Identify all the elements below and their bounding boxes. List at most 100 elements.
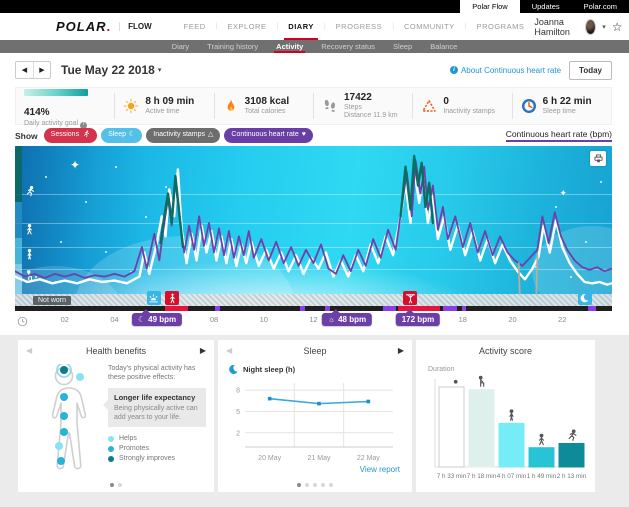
score-bar-label: 4 h 07 min bbox=[496, 473, 526, 480]
today-button[interactable]: Today bbox=[569, 61, 612, 80]
benefit-dot bbox=[60, 393, 68, 401]
page-dot-5[interactable] bbox=[329, 483, 333, 487]
stat-content: 8 h 09 minActive time bbox=[145, 96, 194, 116]
show-label: Show bbox=[15, 131, 38, 141]
stat-content: 414%Daily activity goali bbox=[24, 83, 106, 128]
current-date[interactable]: Tue May 22 2018 bbox=[61, 63, 155, 77]
date-dropdown-icon[interactable]: ▾ bbox=[158, 66, 162, 74]
pill-sessions[interactable]: Sessions bbox=[44, 128, 97, 143]
score-bar-stand bbox=[499, 423, 524, 467]
subnav-item-sleep[interactable]: Sleep bbox=[384, 40, 421, 53]
nav-item-community[interactable]: COMMUNITY bbox=[394, 13, 465, 40]
stat-content: 6 h 22 minSleep time bbox=[543, 96, 592, 116]
continuous-heart-rate-chart: ✦ ✦ Not worn bbox=[15, 146, 612, 306]
nav-item-programs[interactable]: PROGRAMS bbox=[467, 13, 535, 40]
time-tick-20: 20 bbox=[508, 315, 516, 324]
sleep-ytick: 2 bbox=[236, 430, 240, 437]
chr-axis-label[interactable]: Continuous heart rate (bpm) bbox=[506, 129, 612, 142]
stat-label: Total calories bbox=[245, 108, 290, 116]
main-nav: FEED|EXPLORE|DIARY|PROGRESS|COMMUNITY|PR… bbox=[174, 13, 535, 40]
subnav-item-recovery-status[interactable]: Recovery status bbox=[312, 40, 384, 53]
topbar-item-updates[interactable]: Updates bbox=[520, 0, 572, 13]
score-bar-run bbox=[559, 443, 584, 467]
subnav-item-balance[interactable]: Balance bbox=[421, 40, 466, 53]
health-benefits-text: Today's physical activity has these posi… bbox=[108, 364, 206, 476]
polar-flow-activity-page: Polar FlowUpdatesPolar.com POLAR. FLOW F… bbox=[0, 0, 629, 507]
time-tick-02: 02 bbox=[61, 315, 69, 324]
topbar-item-polar-com[interactable]: Polar.com bbox=[572, 0, 629, 13]
nav-item-diary[interactable]: DIARY bbox=[278, 13, 324, 40]
time-tick-08: 08 bbox=[210, 315, 218, 324]
legend-strongly-improves: Strongly improves bbox=[108, 455, 206, 462]
logo-dot: . bbox=[107, 19, 112, 34]
prev-day-button[interactable]: ◀ bbox=[16, 62, 33, 78]
avatar[interactable] bbox=[585, 19, 596, 35]
page-dot-2[interactable] bbox=[118, 483, 122, 487]
subnav-item-diary[interactable]: Diary bbox=[163, 40, 199, 53]
page-dot-3[interactable] bbox=[313, 483, 317, 487]
nav-item-progress[interactable]: PROGRESS bbox=[326, 13, 393, 40]
card-prev-arrow[interactable]: ◀ bbox=[26, 346, 32, 355]
activity-goal-fill bbox=[24, 89, 88, 96]
sleep-line-chart: 85220 May21 May22 May bbox=[229, 377, 401, 469]
card-header: ◀ Sleep ▶ bbox=[218, 346, 412, 360]
stat-label: Steps bbox=[344, 104, 398, 112]
runner-icon bbox=[82, 130, 90, 141]
legend-label: Helps bbox=[119, 435, 137, 442]
heart-rate-svg bbox=[15, 146, 612, 294]
benefit-dot bbox=[60, 366, 68, 374]
view-report-link[interactable]: View report bbox=[360, 465, 400, 474]
legend-dot bbox=[108, 456, 114, 462]
pagination-dots bbox=[18, 483, 214, 487]
card-next-arrow[interactable]: ▶ bbox=[398, 346, 404, 355]
stat-value: 6 h 22 min bbox=[543, 96, 592, 108]
stat-label: Sleep time bbox=[543, 108, 592, 116]
moon-icon: ☾ bbox=[129, 131, 135, 139]
filter-pills: Sessions Sleep☾ Inactivity stamps△ Continuo… bbox=[44, 128, 313, 143]
bpm-badge-48-bpm: ☼48 bpm bbox=[322, 313, 372, 326]
user-name[interactable]: Joanna Hamilton bbox=[534, 17, 579, 37]
subnav-item-activity[interactable]: Activity bbox=[267, 40, 312, 53]
card-prev-arrow[interactable]: ◀ bbox=[226, 346, 232, 355]
page-dot-1[interactable] bbox=[110, 483, 114, 487]
pill-continuous-heart-rate[interactable]: Continuous heart rate♥ bbox=[224, 128, 312, 143]
sleep-xtick: 21 May bbox=[308, 455, 331, 462]
date-nav: ◀ ▶ bbox=[15, 61, 51, 79]
favorite-star-icon[interactable]: ☆ bbox=[612, 21, 623, 33]
sleep-point bbox=[268, 397, 272, 401]
next-day-button[interactable]: ▶ bbox=[33, 62, 50, 78]
bpm-value: 48 bpm bbox=[338, 315, 366, 324]
info-icon: i bbox=[450, 66, 458, 74]
pill-inactivity-stamps[interactable]: Inactivity stamps△ bbox=[146, 128, 220, 143]
activity-goal-bar bbox=[24, 89, 88, 96]
clock-icon bbox=[521, 98, 537, 114]
flow-label[interactable]: FLOW bbox=[119, 22, 152, 31]
stat-content: 17422StepsDistance 11.9 km bbox=[344, 92, 398, 120]
human-body-outline bbox=[28, 364, 100, 476]
sun-icon bbox=[123, 98, 139, 114]
benefit-dot bbox=[76, 373, 84, 381]
card-title: Activity score bbox=[416, 346, 595, 356]
page-dot-4[interactable] bbox=[321, 483, 325, 487]
page-dot-2[interactable] bbox=[305, 483, 309, 487]
polar-logo[interactable]: POLAR. bbox=[56, 19, 111, 34]
pill-sleep[interactable]: Sleep☾ bbox=[101, 128, 142, 143]
print-button[interactable] bbox=[590, 151, 606, 166]
pill-label: Sleep bbox=[108, 131, 126, 139]
benefit-body: Being physically active can add years to… bbox=[114, 404, 200, 422]
stat-label: Active time bbox=[145, 108, 194, 116]
not-worn-label: Not worn bbox=[33, 296, 71, 305]
stat-sleep-time: 6 h 22 minSleep time bbox=[512, 93, 611, 119]
nav-item-explore[interactable]: EXPLORE bbox=[218, 13, 277, 40]
benefit-legend: HelpsPromotesStrongly improves bbox=[108, 435, 206, 462]
card-next-arrow[interactable]: ▶ bbox=[200, 346, 206, 355]
chevron-down-icon[interactable]: ▾ bbox=[602, 23, 606, 31]
about-chr-link[interactable]: iAbout Continuous heart rate bbox=[450, 66, 561, 75]
activity-chart-section: ✦ ✦ Not worn bbox=[15, 146, 612, 335]
nav-item-feed[interactable]: FEED bbox=[174, 13, 216, 40]
stat-label: Inactivity stamps bbox=[443, 108, 495, 116]
page-dot-1[interactable] bbox=[297, 483, 301, 487]
subnav-item-training-history[interactable]: Training history bbox=[198, 40, 267, 53]
bpm-value: 172 bpm bbox=[402, 315, 434, 324]
topbar-item-polar-flow[interactable]: Polar Flow bbox=[460, 0, 519, 13]
